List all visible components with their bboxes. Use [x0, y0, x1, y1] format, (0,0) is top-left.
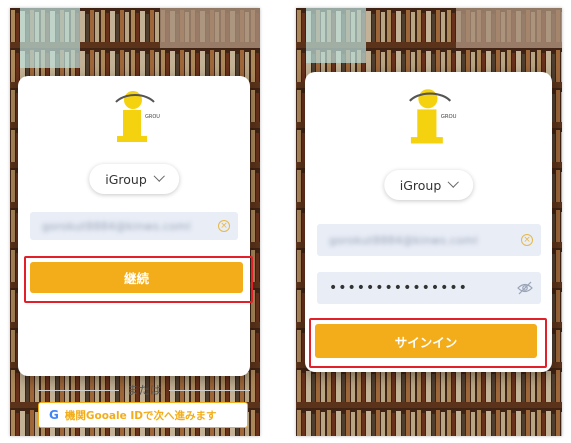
google-button-label: 機関Gooale IDで次へ進みます [64, 409, 217, 422]
igroup-logo-icon: GROUP [408, 89, 457, 144]
divider-line [38, 389, 119, 391]
clear-icon[interactable]: × [218, 220, 230, 232]
or-divider: または [38, 382, 250, 398]
chevron-down-icon [153, 170, 165, 182]
or-label: または [126, 383, 162, 397]
divider-line [169, 389, 250, 391]
google-icon: G [49, 408, 59, 422]
group-selector[interactable]: iGroup [89, 164, 179, 194]
continue-button[interactable]: 継続 [30, 262, 243, 293]
eye-off-icon[interactable] [517, 281, 533, 295]
email-field[interactable]: gorokut8884@kinws.coml × [30, 212, 238, 240]
signin-button-label: サインイン [394, 334, 458, 350]
password-field[interactable]: ••••••••••••••• [317, 272, 541, 304]
email-value: gorokut8884@kinws.coml [42, 219, 191, 233]
left-login-screen: GROUP iGroup gorokut8884@kinws.coml × また… [10, 8, 260, 436]
email-value: gorokut8884@kinws.coml [329, 233, 478, 247]
email-field[interactable]: gorokut8884@kinws.coml × [317, 224, 541, 256]
group-selector-label: iGroup [105, 171, 147, 187]
google-signin-button[interactable]: G 機関Gooale IDで次へ進みます [38, 402, 248, 428]
signin-button[interactable]: サインイン [315, 324, 537, 358]
group-selector-label: iGroup [399, 177, 442, 193]
chevron-down-icon [447, 176, 459, 188]
group-selector[interactable]: iGroup [383, 170, 474, 200]
continue-button-label: 継続 [123, 271, 149, 286]
igroup-logo-icon: GROUP [115, 91, 160, 142]
svg-text:GROUP: GROUP [145, 114, 160, 120]
clear-icon[interactable]: × [521, 234, 533, 246]
right-login-screen: GROUP iGroup gorokut8884@kinws.coml × ••… [296, 8, 562, 436]
password-value: ••••••••••••••• [329, 280, 468, 296]
svg-text:GROUP: GROUP [440, 114, 456, 120]
login-card: GROUP iGroup gorokut8884@kinws.coml × また… [18, 76, 250, 428]
